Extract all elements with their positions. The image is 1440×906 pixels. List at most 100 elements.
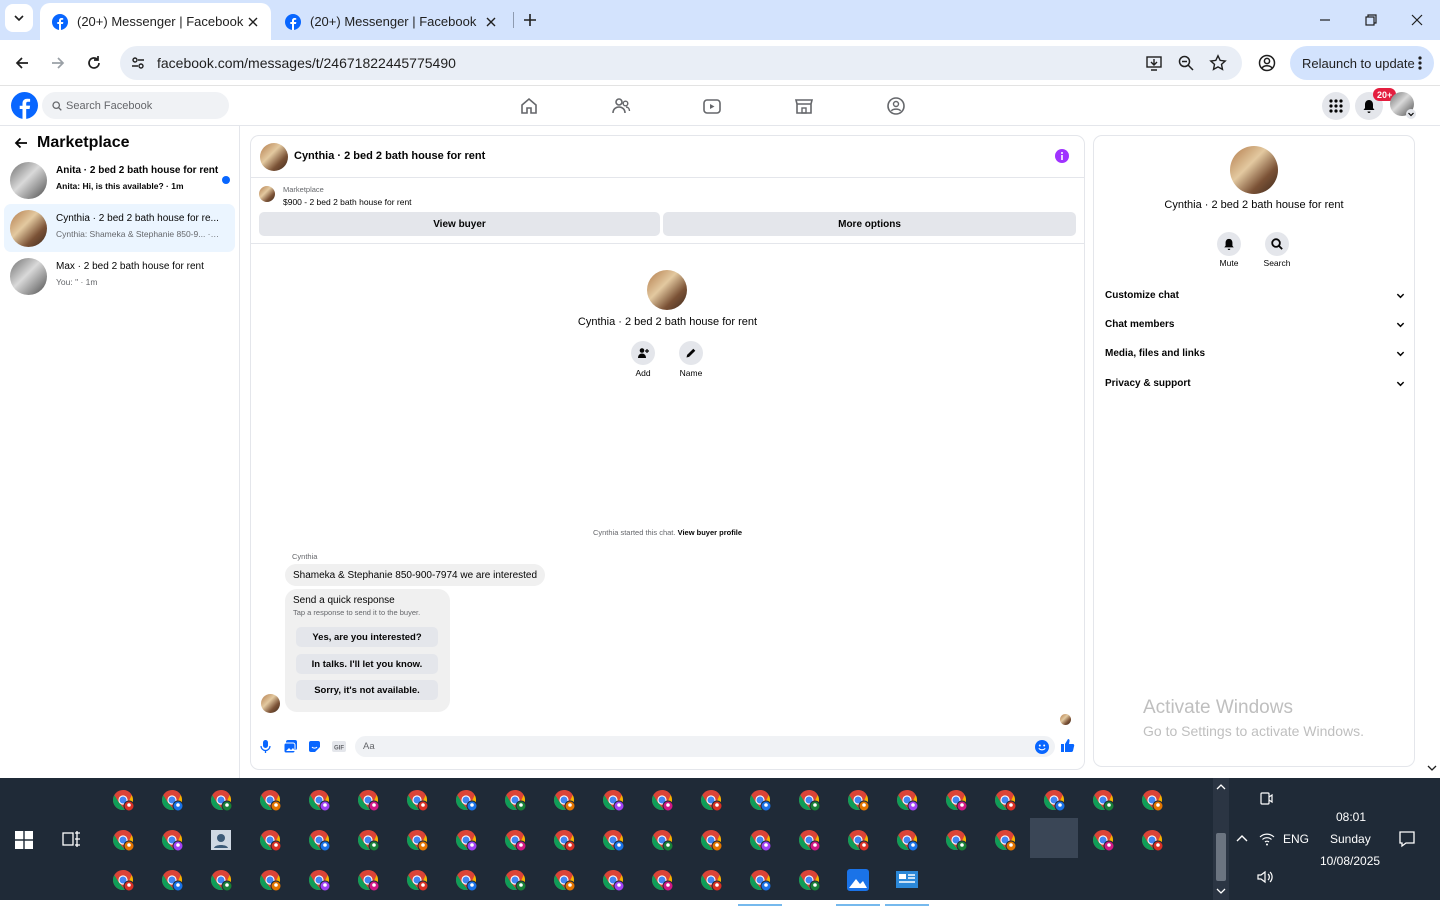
quick-response-not-available[interactable]: Sorry, it's not available. — [296, 680, 438, 700]
scroll-up-icon[interactable] — [1216, 782, 1226, 792]
scroll-down-icon[interactable] — [1216, 886, 1226, 896]
marketplace-icon[interactable] — [794, 96, 814, 116]
chrome-window-icon[interactable] — [650, 788, 674, 812]
tab-messenger-active[interactable]: (20+) Messenger | Facebook — [40, 3, 271, 40]
chrome-window-icon[interactable] — [160, 788, 184, 812]
chrome-window-icon[interactable] — [944, 788, 968, 812]
chrome-window-icon[interactable] — [601, 788, 625, 812]
chrome-window-icon[interactable] — [160, 828, 184, 852]
add-people-button[interactable] — [631, 341, 655, 365]
minimize-button[interactable] — [1302, 0, 1348, 40]
address-bar[interactable]: facebook.com/messages/t/2467182244577549… — [120, 46, 1242, 80]
close-tab-icon[interactable] — [245, 14, 261, 30]
chrome-window-icon[interactable] — [552, 828, 576, 852]
name-chat-button[interactable] — [679, 341, 703, 365]
chrome-window-icon[interactable] — [699, 828, 723, 852]
conversation-max[interactable]: Max · 2 bed 2 bath house for rent You: "… — [4, 252, 235, 300]
chrome-window-icon[interactable] — [111, 828, 135, 852]
emoji-icon[interactable] — [1035, 740, 1049, 754]
chrome-window-icon[interactable] — [258, 828, 282, 852]
conversation-cynthia[interactable]: Cynthia · 2 bed 2 bath house for re... C… — [4, 204, 235, 252]
network-icon[interactable] — [1259, 832, 1275, 846]
chrome-window-icon[interactable] — [797, 788, 821, 812]
site-settings-icon[interactable] — [130, 55, 146, 71]
close-tab-icon[interactable] — [483, 14, 499, 30]
chrome-window-icon[interactable] — [209, 788, 233, 812]
contacts-app-icon[interactable] — [209, 828, 233, 852]
task-view-icon[interactable] — [62, 830, 81, 848]
chrome-window-icon[interactable] — [895, 788, 919, 812]
notification-center-icon[interactable] — [1398, 830, 1416, 848]
arrow-left-icon[interactable] — [14, 136, 28, 150]
chrome-window-icon[interactable] — [503, 868, 527, 892]
chrome-window-icon[interactable] — [307, 868, 331, 892]
gif-icon[interactable]: GIF — [332, 740, 346, 753]
chrome-window-icon[interactable] — [895, 828, 919, 852]
chrome-window-icon[interactable] — [307, 788, 331, 812]
menu-button[interactable] — [1322, 92, 1350, 120]
chat-avatar[interactable] — [260, 143, 288, 171]
chrome-window-icon[interactable] — [503, 828, 527, 852]
control-app-icon[interactable] — [895, 868, 919, 892]
chrome-window-icon[interactable] — [993, 788, 1017, 812]
chat-members-section[interactable]: Chat members — [1105, 314, 1405, 334]
chrome-window-icon[interactable] — [650, 828, 674, 852]
chrome-window-icon[interactable] — [650, 868, 674, 892]
chrome-window-icon[interactable] — [160, 868, 184, 892]
message-bubble[interactable]: Shameka & Stephanie 850-900-7974 we are … — [285, 564, 546, 586]
mute-button[interactable] — [1217, 232, 1241, 256]
groups-icon[interactable] — [886, 96, 906, 116]
chrome-window-icon[interactable] — [307, 828, 331, 852]
chrome-window-icon[interactable] — [552, 868, 576, 892]
privacy-support-section[interactable]: Privacy & support — [1105, 373, 1405, 393]
search-facebook-input[interactable]: Search Facebook — [42, 92, 229, 119]
chrome-window-icon[interactable] — [993, 828, 1017, 852]
quick-response-in-talks[interactable]: In talks. I'll let you know. — [296, 654, 438, 674]
bookmark-star-icon[interactable] — [1209, 54, 1227, 72]
chrome-window-icon[interactable] — [258, 868, 282, 892]
chrome-window-icon[interactable] — [503, 788, 527, 812]
scroll-down-arrow-icon[interactable] — [1427, 763, 1437, 773]
chrome-window-icon[interactable] — [1140, 788, 1164, 812]
view-buyer-button[interactable]: View buyer — [259, 212, 660, 236]
chrome-window-icon[interactable] — [111, 868, 135, 892]
tab-search-button[interactable] — [5, 4, 33, 32]
chrome-window-icon[interactable] — [797, 828, 821, 852]
conversation-anita[interactable]: Anita · 2 bed 2 bath house for rent Anit… — [4, 156, 235, 204]
meet-now-icon[interactable] — [1258, 790, 1274, 806]
facebook-logo-icon[interactable] — [11, 92, 38, 119]
home-icon[interactable] — [519, 96, 539, 116]
photo-icon[interactable] — [284, 740, 297, 753]
chrome-window-icon[interactable] — [601, 868, 625, 892]
chrome-window-icon[interactable] — [552, 788, 576, 812]
forward-button[interactable] — [42, 47, 74, 79]
install-app-icon[interactable] — [1145, 54, 1163, 72]
language-indicator[interactable]: ENG — [1283, 832, 1309, 846]
chrome-window-icon[interactable] — [454, 788, 478, 812]
restore-button[interactable] — [1348, 0, 1394, 40]
chrome-window-icon[interactable] — [601, 828, 625, 852]
windows-start-icon[interactable] — [15, 831, 33, 849]
chrome-window-icon[interactable] — [1140, 828, 1164, 852]
reload-button[interactable] — [78, 47, 110, 79]
chrome-window-icon[interactable] — [699, 868, 723, 892]
chrome-window-icon[interactable] — [356, 868, 380, 892]
view-buyer-profile-link[interactable]: View buyer profile — [678, 528, 742, 537]
chrome-window-icon[interactable] — [748, 828, 772, 852]
chrome-window-icon[interactable] — [405, 868, 429, 892]
info-icon[interactable] — [1055, 149, 1069, 163]
show-hidden-icons-icon[interactable] — [1235, 832, 1249, 846]
microphone-icon[interactable] — [260, 740, 271, 753]
chrome-window-icon[interactable] — [846, 828, 870, 852]
chrome-window-icon[interactable] — [209, 868, 233, 892]
customize-chat-section[interactable]: Customize chat — [1105, 285, 1405, 305]
profile-button[interactable] — [1251, 47, 1283, 79]
chrome-window-icon[interactable] — [699, 788, 723, 812]
chrome-window-icon[interactable] — [356, 788, 380, 812]
clock-date[interactable]: 10/08/2025 — [1320, 854, 1380, 868]
chrome-window-icon[interactable] — [748, 788, 772, 812]
thumbs-up-icon[interactable] — [1060, 738, 1075, 753]
back-button[interactable] — [6, 47, 38, 79]
quick-response-yes[interactable]: Yes, are you interested? — [296, 627, 438, 647]
zoom-icon[interactable] — [1177, 54, 1195, 72]
